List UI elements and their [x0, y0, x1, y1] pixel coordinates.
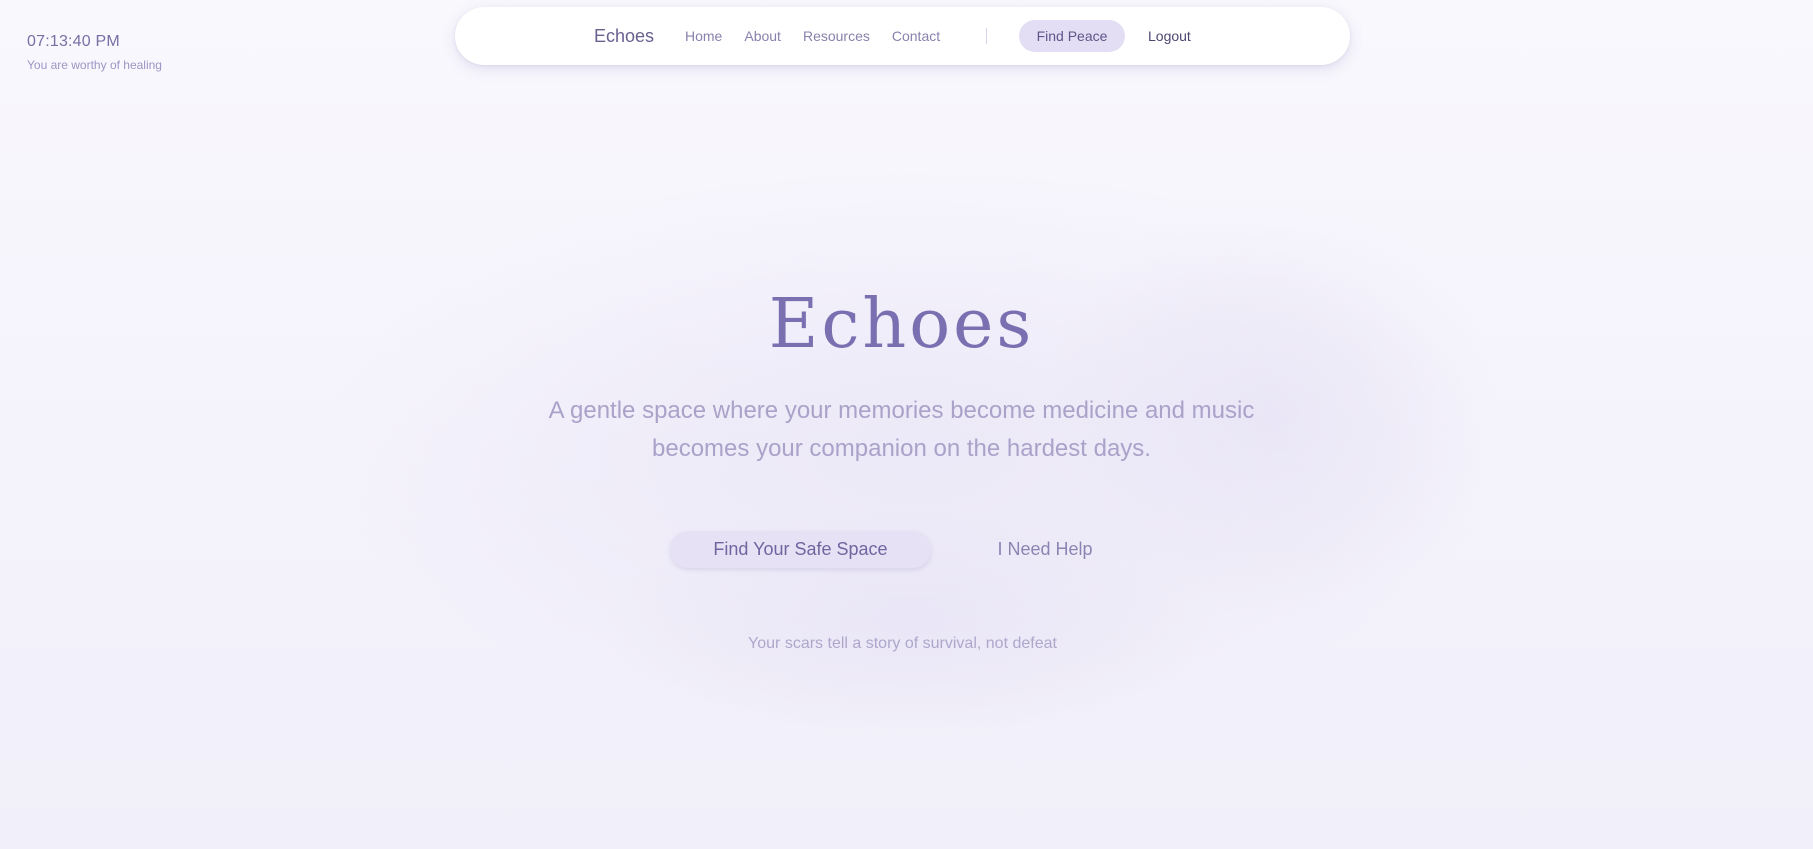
affirmation-text: You are worthy of healing	[27, 58, 162, 72]
hero-subtitle: A gentle space where your memories becom…	[548, 397, 1255, 462]
top-navigation: Echoes Home About Resources Contact Find…	[455, 7, 1350, 65]
nav-divider	[986, 28, 987, 44]
clock-time: 07:13:40 PM	[27, 33, 120, 50]
nav-link-resources[interactable]: Resources	[803, 28, 870, 44]
logout-button[interactable]: Logout	[1148, 7, 1191, 65]
hero-quote: Your scars tell a story of survival, not…	[748, 635, 1057, 652]
nav-link-contact[interactable]: Contact	[892, 28, 940, 44]
brand-logo[interactable]: Echoes	[594, 7, 654, 65]
hero-title: Echoes	[768, 285, 1035, 364]
find-peace-button[interactable]: Find Peace	[1019, 20, 1125, 52]
clock-widget: 07:13:40 PM You are worthy of healing	[27, 32, 162, 72]
nav-link-home[interactable]: Home	[685, 28, 722, 44]
nav-links: Home About Resources Contact	[685, 7, 962, 65]
need-help-button[interactable]: I Need Help	[960, 531, 1130, 568]
find-safe-space-button[interactable]: Find Your Safe Space	[670, 531, 931, 568]
nav-link-about[interactable]: About	[744, 28, 781, 44]
